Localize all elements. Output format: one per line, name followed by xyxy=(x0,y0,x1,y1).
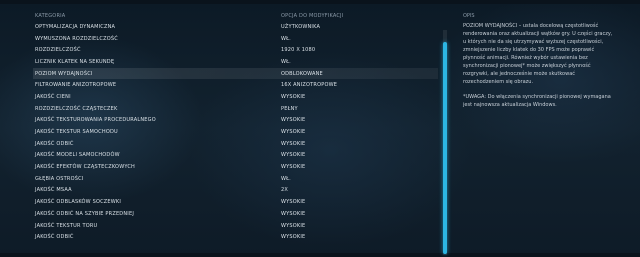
settings-row[interactable]: POZIOM WYDAJNOŚCI ODBLOKOWANE xyxy=(33,67,438,80)
settings-row[interactable]: JAKOŚĆ ODBIĆ NA SZYBIE PRZEDNIEJ WYSOKIE xyxy=(33,208,438,220)
setting-category-label: JAKOŚĆ TEKSTUROWANIA PROCEDURALNEGO xyxy=(35,117,156,124)
setting-option-value[interactable]: WŁ. xyxy=(279,36,438,42)
settings-header: KATEGORIA OPCJA DO MODYFIKACJI xyxy=(33,10,438,21)
settings-row[interactable]: FILTROWANIE ANIZOTROPOWE 16x ANIZOTROPOWE xyxy=(33,79,438,91)
setting-option-value[interactable]: WYSOKIE xyxy=(279,211,438,217)
setting-category-label: JAKOŚĆ MODELI SAMOCHODÓW xyxy=(35,152,120,159)
setting-option-value[interactable]: 2x xyxy=(279,187,438,193)
settings-scrollbar[interactable] xyxy=(443,30,447,255)
settings-row[interactable]: WYMUSZONA ROZDZIELCZOŚĆ WŁ. xyxy=(33,33,438,45)
settings-row[interactable]: JAKOŚĆ CIENI WYSOKIE xyxy=(33,91,438,103)
setting-category-label: JAKOŚĆ ODBIĆ xyxy=(35,234,74,241)
category-column-header: KATEGORIA xyxy=(35,12,66,19)
setting-option-value[interactable]: WYSOKIE xyxy=(279,141,438,147)
setting-category-label: OPTYMALIZACJA DYNAMICZNA xyxy=(35,23,116,30)
settings-row[interactable]: ROZDZIELCZOŚĆ CZĄSTECZEK PEŁNY xyxy=(33,103,438,115)
description-note: *UWAGA: Do włączenia synchronizacji pion… xyxy=(463,94,611,108)
setting-option-value[interactable]: PEŁNY xyxy=(279,106,438,112)
setting-option-value[interactable]: ODBLOKOWANE xyxy=(279,71,438,77)
option-column-header: OPCJA DO MODYFIKACJI xyxy=(281,12,344,19)
settings-row[interactable]: JAKOŚĆ TEKSTUR TORU WYSOKIE xyxy=(33,220,438,232)
settings-row[interactable]: ROZDZIELCZOŚĆ 1920 x 1080 xyxy=(33,44,438,56)
settings-row[interactable]: JAKOŚĆ TEKSTUR SAMOCHODU WYSOKIE xyxy=(33,126,438,138)
setting-category-label: JAKOŚĆ MSAA xyxy=(35,187,72,194)
description-panel: OPIS POZIOM WYDAJNOŚCI – ustala docelową… xyxy=(463,10,613,109)
setting-option-value[interactable]: WYSOKIE xyxy=(279,152,438,158)
setting-option-value[interactable]: WYSOKIE xyxy=(279,94,438,100)
settings-row[interactable]: JAKOŚĆ TEKSTUROWANIA PROCEDURALNEGO WYSOK… xyxy=(33,115,438,127)
settings-row[interactable]: JAKOŚĆ EFEKTÓW CZĄSTECZKOWYCH WYSOKIE xyxy=(33,161,438,173)
setting-option-value[interactable]: WYSOKIE xyxy=(279,199,438,205)
setting-category-label: FILTROWANIE ANIZOTROPOWE xyxy=(35,82,117,89)
setting-category-label: JAKOŚĆ EFEKTÓW CZĄSTECZKOWYCH xyxy=(35,164,135,171)
settings-row[interactable]: OPTYMALIZACJA DYNAMICZNA UŻYTKOWNIKA xyxy=(33,21,438,33)
setting-category-label: WYMUSZONA ROZDZIELCZOŚĆ xyxy=(35,35,118,42)
setting-option-value[interactable]: 1920 x 1080 xyxy=(279,47,438,53)
setting-category-label: JAKOŚĆ TEKSTUR SAMOCHODU xyxy=(35,129,118,136)
setting-option-value[interactable]: WYSOKIE xyxy=(279,234,438,240)
settings-row[interactable]: LICZNIK KLATEK NA SEKUNDĘ WŁ. xyxy=(33,56,438,68)
setting-category-label: JAKOŚĆ ODBIĆ xyxy=(35,140,74,147)
setting-option-value[interactable]: 16x ANIZOTROPOWE xyxy=(279,82,438,88)
setting-option-value[interactable]: WYSOKIE xyxy=(279,223,438,229)
settings-row[interactable]: JAKOŚĆ MODELI SAMOCHODÓW WYSOKIE xyxy=(33,150,438,162)
scrollbar-thumb[interactable] xyxy=(443,42,447,254)
setting-category-label: JAKOŚĆ TEKSTUR TORU xyxy=(35,222,98,229)
description-header: OPIS xyxy=(463,12,475,19)
setting-category-label: JAKOŚĆ ODBIĆ NA SZYBIE PRZEDNIEJ xyxy=(35,210,135,217)
setting-category-label: ROZDZIELCZOŚĆ CZĄSTECZEK xyxy=(35,105,118,112)
setting-category-label: JAKOŚĆ ODBLASKÓW SOCZEWKI xyxy=(35,199,122,206)
setting-category-label: GŁĘBIA OSTROŚCI xyxy=(35,175,84,182)
settings-list: KATEGORIA OPCJA DO MODYFIKACJI OPTYMALIZ… xyxy=(33,10,438,243)
setting-category-label: LICZNIK KLATEK NA SEKUNDĘ xyxy=(35,58,115,65)
setting-category-label: ROZDZIELCZOŚĆ xyxy=(35,47,81,54)
setting-option-value[interactable]: WŁ. xyxy=(279,176,438,182)
bottom-frame xyxy=(0,253,640,257)
setting-option-value[interactable]: UŻYTKOWNIKA xyxy=(279,24,438,30)
settings-row[interactable]: JAKOŚĆ MSAA 2x xyxy=(33,185,438,197)
settings-row[interactable]: JAKOŚĆ ODBLASKÓW SOCZEWKI WYSOKIE xyxy=(33,196,438,208)
setting-category-label: JAKOŚĆ CIENI xyxy=(35,93,71,100)
settings-row[interactable]: JAKOŚĆ ODBIĆ WYSOKIE xyxy=(33,138,438,150)
setting-category-label: POZIOM WYDAJNOŚCI xyxy=(35,70,93,77)
settings-row[interactable]: GŁĘBIA OSTROŚCI WŁ. xyxy=(33,173,438,185)
top-frame xyxy=(0,0,640,4)
description-text: POZIOM WYDAJNOŚCI – ustala docelową częs… xyxy=(463,23,613,85)
settings-row[interactable]: JAKOŚĆ ODBIĆ WYSOKIE xyxy=(33,231,438,243)
setting-option-value[interactable]: WŁ. xyxy=(279,59,438,65)
setting-option-value[interactable]: WYSOKIE xyxy=(279,129,438,135)
setting-option-value[interactable]: WYSOKIE xyxy=(279,117,438,123)
setting-option-value[interactable]: WYSOKIE xyxy=(279,164,438,170)
